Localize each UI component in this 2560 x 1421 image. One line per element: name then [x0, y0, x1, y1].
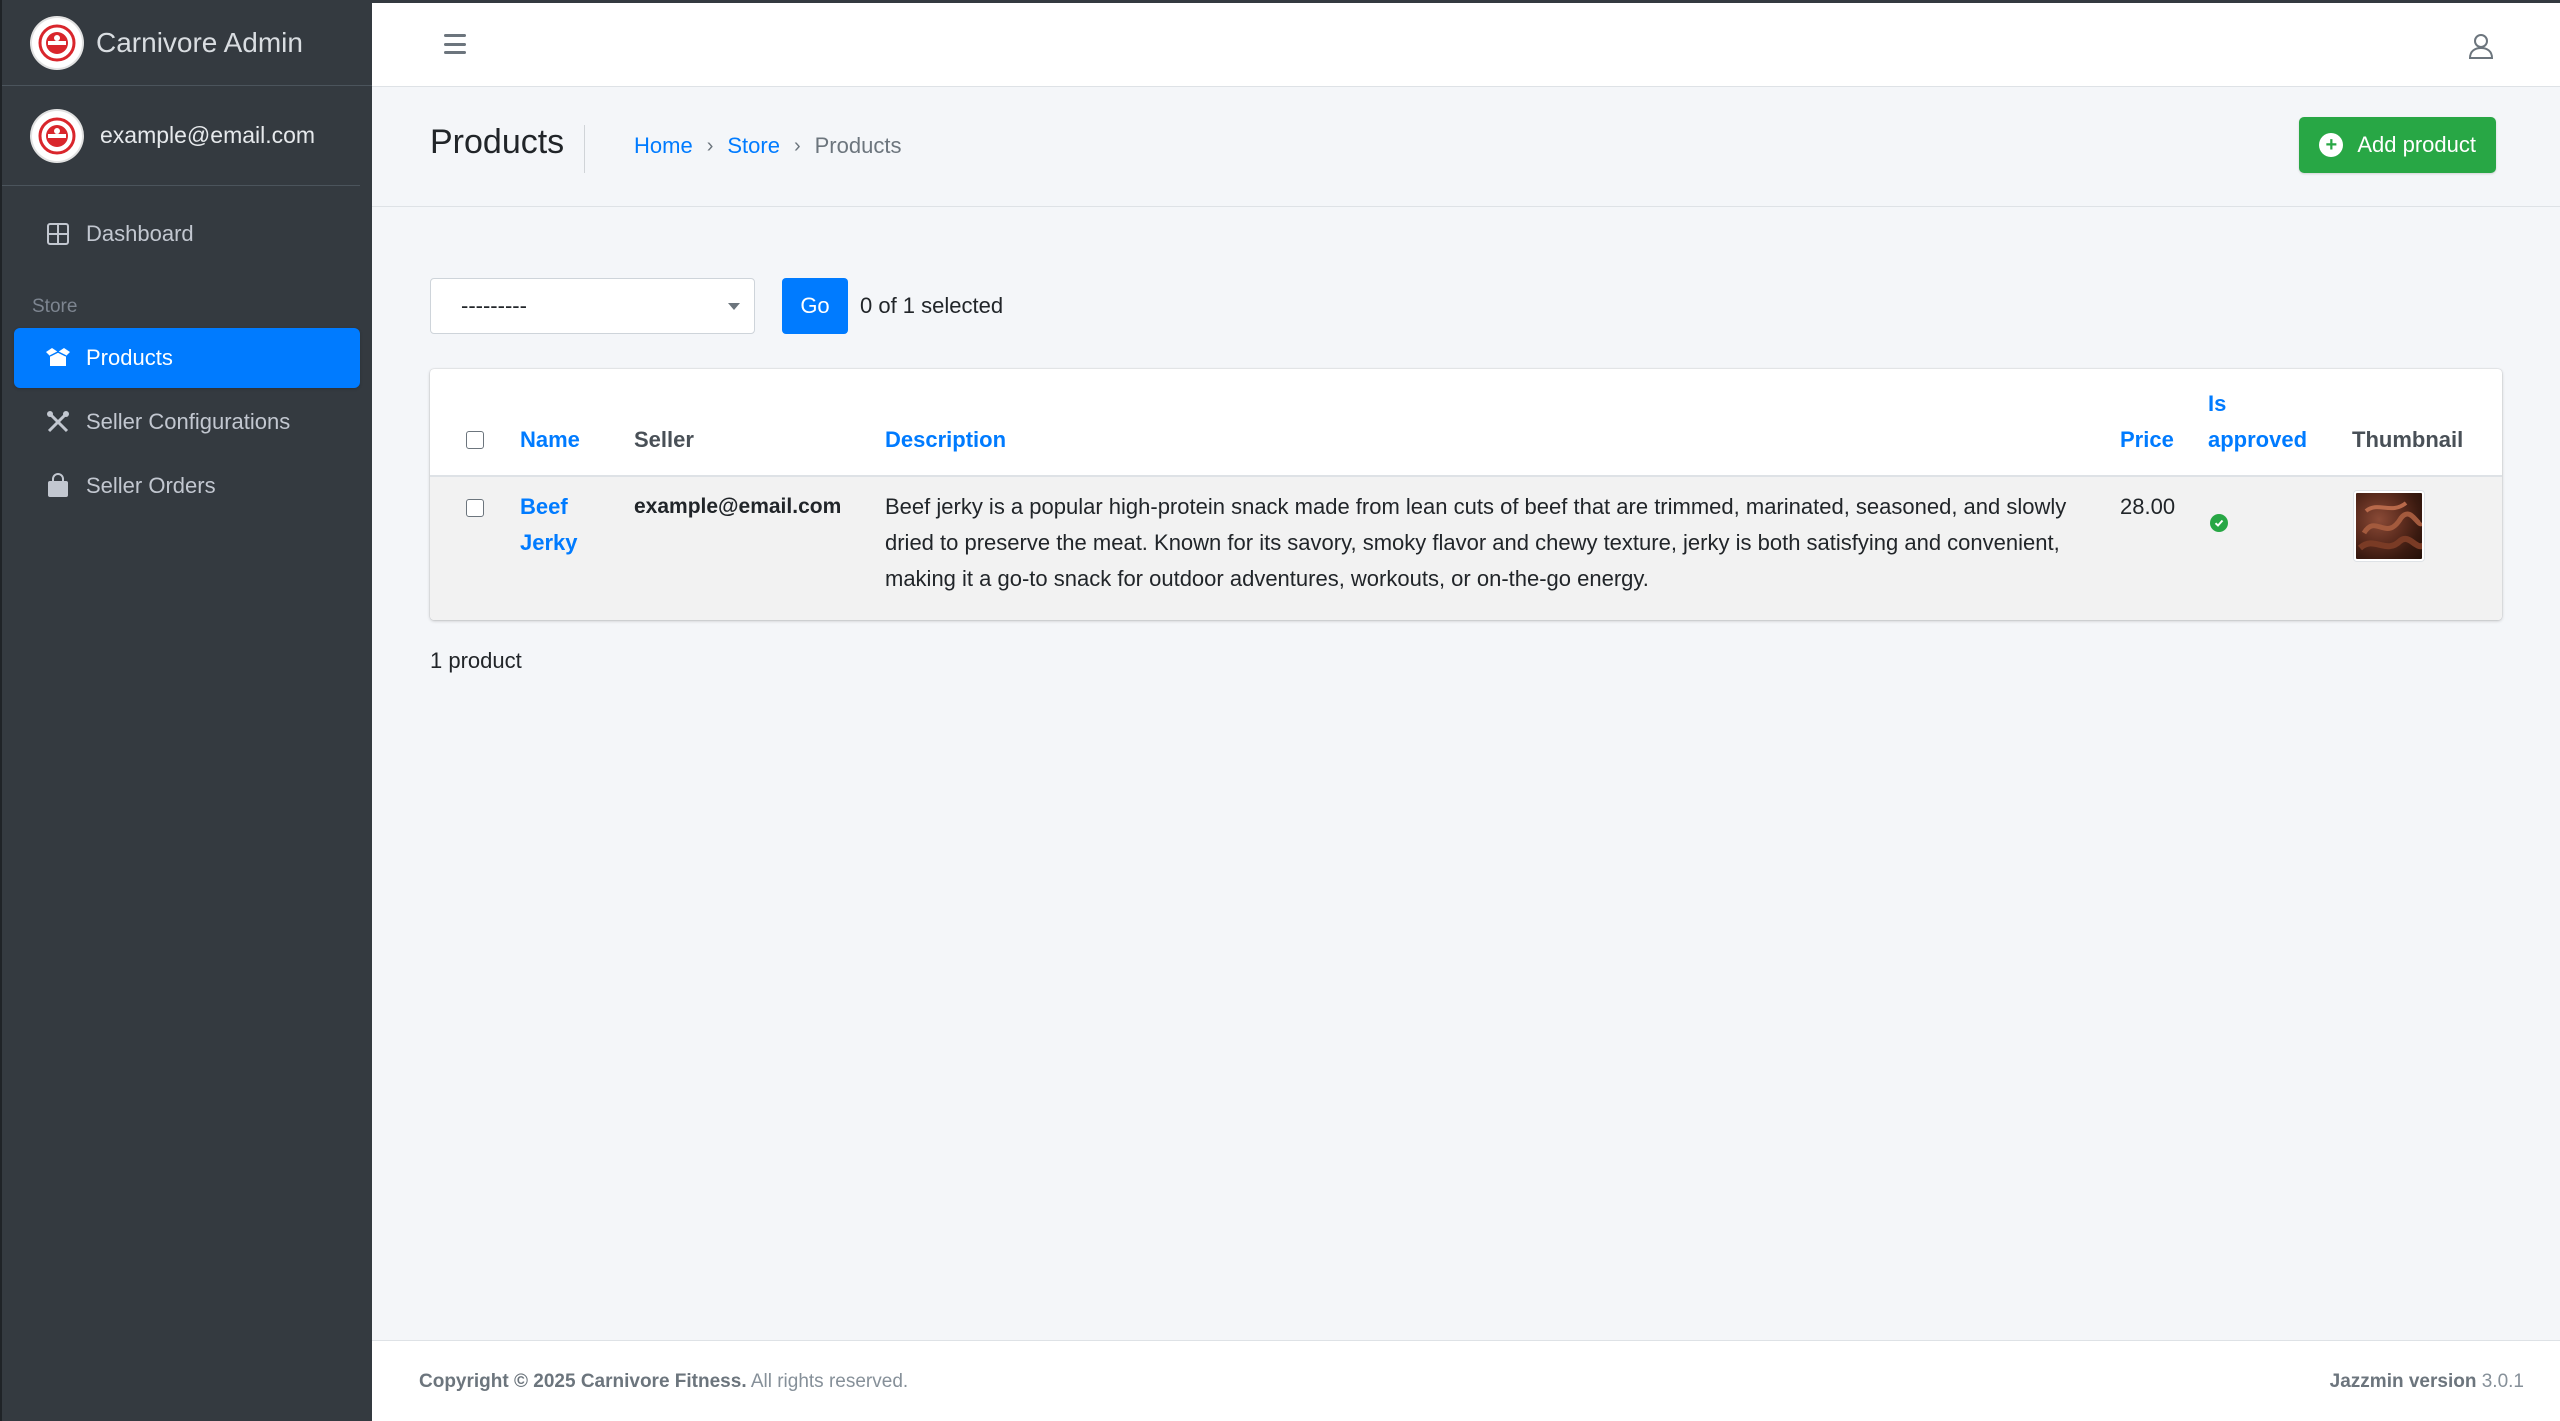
product-name-link[interactable]: Beef Jerky — [520, 489, 578, 561]
sidebar-item-seller-orders[interactable]: Seller Orders — [14, 456, 360, 516]
selection-counter: 0 of 1 selected — [860, 293, 1004, 318]
sidebar-section-header: Store — [32, 296, 78, 317]
sidebar: Carnivore Admin example@email.com Dashbo… — [0, 0, 372, 1421]
column-header-is-approved-line2[interactable]: approved — [2208, 427, 2307, 453]
column-header-thumbnail: Thumbnail — [2352, 427, 2464, 452]
product-description: Beef jerky is a popular high-protein sna… — [885, 489, 2095, 597]
dashboard-icon — [44, 220, 72, 248]
results-table: Name Seller Description Price Is approve… — [430, 369, 2502, 620]
product-description-line2: dried to preserve the meat. Known for it… — [885, 530, 2060, 555]
product-description-line3: making it a go-to snack for outdoor adve… — [885, 566, 1649, 591]
paginator: 1 product — [430, 648, 522, 673]
copyright-bold: Copyright © 2025 Carnivore Fitness. — [419, 1371, 747, 1392]
action-select-value: --------- — [461, 293, 527, 318]
breadcrumb-current: Products — [814, 133, 902, 158]
breadcrumb-store[interactable]: Store — [727, 133, 780, 159]
add-product-label: Add product — [2357, 132, 2476, 157]
product-price: 28.00 — [2120, 494, 2176, 519]
bulk-actions: --------- Go 0 of 1 selected — [430, 278, 1003, 334]
sidebar-item-label: Seller Orders — [86, 473, 216, 498]
brand-text: Carnivore Admin — [96, 26, 303, 58]
table-row: Beef Jerky example@email.com Beef jerky … — [430, 477, 2502, 620]
title-divider — [584, 125, 585, 173]
add-product-button[interactable]: + Add product — [2299, 117, 2496, 173]
select-all-checkbox[interactable] — [466, 431, 484, 449]
copyright-rest: All rights reserved. — [750, 1371, 909, 1392]
breadcrumb: Home › Store › Products — [634, 133, 901, 159]
user-panel[interactable]: example@email.com — [2, 86, 360, 186]
footer: Copyright © 2025 Carnivore Fitness. All … — [372, 1340, 2560, 1421]
breadcrumb-separator: › — [706, 134, 714, 157]
box-icon — [44, 344, 72, 372]
user-avatar — [32, 110, 82, 161]
brand-logo — [32, 17, 82, 68]
plus-circle-icon: + — [2319, 133, 2344, 157]
table-header: Name Seller Description Price Is approve… — [430, 369, 2502, 477]
product-name-line2: Jerky — [520, 530, 578, 555]
page-title: Products — [430, 123, 565, 161]
sidebar-item-label: Seller Configurations — [86, 409, 291, 434]
product-seller: example@email.com — [634, 495, 842, 518]
go-button[interactable]: Go — [782, 278, 848, 334]
product-name-line1: Beef — [520, 494, 568, 519]
sidebar-item-seller-configurations[interactable]: Seller Configurations — [14, 392, 360, 452]
column-header-name[interactable]: Name — [520, 427, 580, 453]
column-header-seller: Seller — [634, 427, 694, 452]
action-select[interactable]: --------- — [430, 278, 755, 334]
top-navbar — [372, 0, 2560, 87]
column-header-description[interactable]: Description — [885, 427, 1006, 453]
user-email: example@email.com — [100, 122, 316, 148]
content-header: Products Home › Store › Products + Add p… — [372, 87, 2560, 207]
column-header-price[interactable]: Price — [2120, 427, 2174, 453]
footer-version: Jazzmin version 3.0.1 — [2330, 1371, 2524, 1393]
sidebar-item-dashboard[interactable]: Dashboard — [14, 204, 360, 264]
breadcrumb-separator: › — [793, 134, 801, 157]
breadcrumb-home[interactable]: Home — [634, 133, 693, 159]
footer-copyright: Copyright © 2025 Carnivore Fitness. All … — [419, 1371, 908, 1393]
version-number: 3.0.1 — [2481, 1371, 2524, 1392]
product-thumbnail[interactable] — [2354, 491, 2424, 561]
shopping-bag-icon — [44, 472, 72, 500]
approved-check-icon — [2210, 514, 2228, 532]
row-checkbox[interactable] — [466, 499, 484, 517]
version-label: Jazzmin version — [2329, 1371, 2477, 1392]
menu-toggle-icon[interactable] — [440, 31, 470, 57]
chevron-down-icon — [728, 303, 740, 310]
sidebar-nav: Dashboard Store Products Seller Configur… — [2, 186, 372, 516]
sidebar-item-label: Products — [86, 345, 173, 370]
sidebar-item-products[interactable]: Products — [14, 328, 360, 388]
tools-icon — [44, 408, 72, 436]
column-header-is-approved-line1[interactable]: Is — [2208, 391, 2226, 417]
brand-link[interactable]: Carnivore Admin — [2, 0, 372, 86]
user-menu-icon[interactable] — [2466, 31, 2496, 61]
product-description-line1: Beef jerky is a popular high-protein sna… — [885, 494, 2067, 519]
sidebar-item-label: Dashboard — [86, 221, 194, 246]
